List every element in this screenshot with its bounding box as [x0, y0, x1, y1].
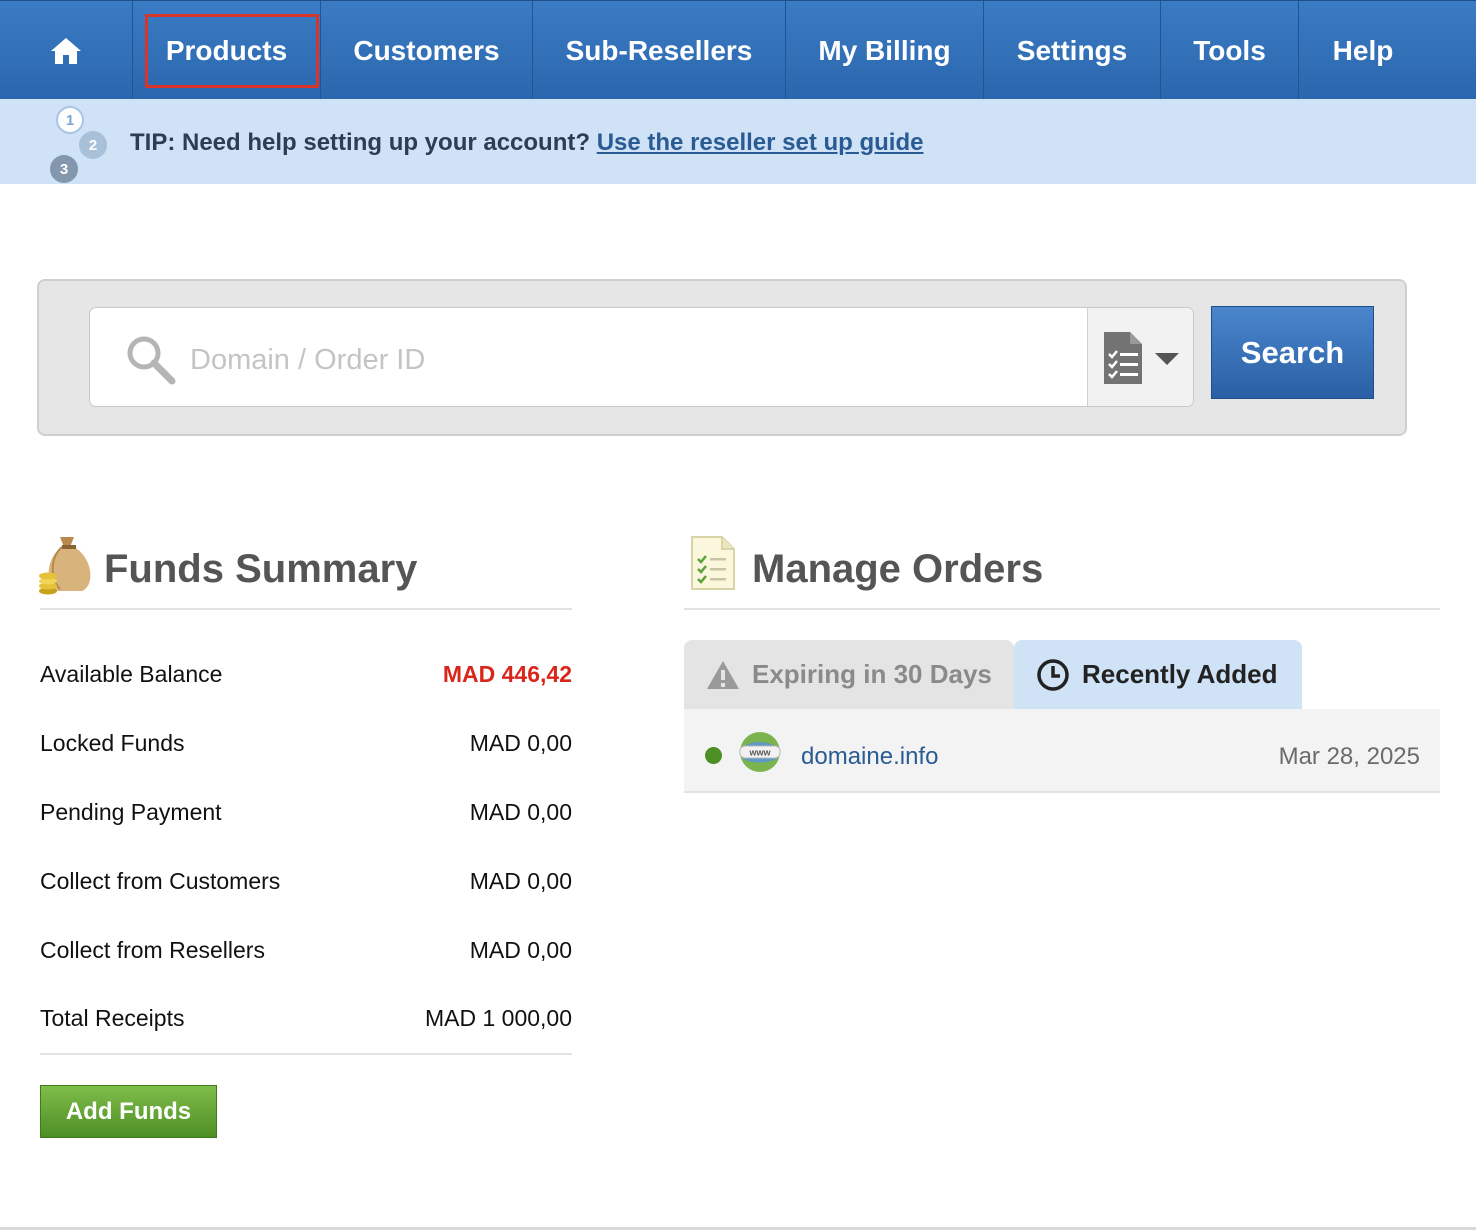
- fund-value: MAD 1 000,00: [424, 1004, 572, 1031]
- fund-row-pending-payment: Pending Payment MAD 0,00: [40, 792, 572, 832]
- add-funds-button[interactable]: Add Funds: [40, 1085, 217, 1138]
- fund-value: MAD 0,00: [469, 867, 572, 894]
- nav-my-billing[interactable]: My Billing: [786, 1, 984, 100]
- tip-text: TIP: Need help setting up your account? …: [130, 129, 923, 157]
- nav-my-billing-label: My Billing: [818, 34, 951, 66]
- tab-expiring-30-days[interactable]: Expiring in 30 Days: [684, 640, 1014, 709]
- tip-label: TIP: Need help setting up your account?: [130, 129, 591, 156]
- step-2-badge: 2: [79, 131, 107, 159]
- fund-label: Collect from Resellers: [40, 936, 265, 963]
- nav-help[interactable]: Help: [1299, 1, 1427, 100]
- setup-guide-link[interactable]: Use the reseller set up guide: [597, 129, 924, 156]
- nav-customers-label: Customers: [353, 34, 500, 66]
- search-input[interactable]: [190, 330, 1070, 390]
- fund-label: Collect from Customers: [40, 867, 281, 894]
- nav-products-label: Products: [165, 34, 288, 66]
- tab-label: Recently Added: [1082, 659, 1278, 689]
- fund-value: MAD 0,00: [469, 729, 572, 756]
- divider: [684, 608, 1440, 610]
- fund-row-collect-resellers: Collect from Resellers MAD 0,00: [40, 930, 572, 970]
- status-dot: [705, 747, 722, 764]
- tab-recently-added[interactable]: Recently Added: [1014, 640, 1302, 709]
- fund-row-collect-customers: Collect from Customers MAD 0,00: [40, 861, 572, 901]
- document-list-icon: [1104, 332, 1142, 384]
- home-icon: [51, 37, 81, 64]
- step-3-badge: 3: [50, 155, 78, 183]
- money-bag-icon: [39, 537, 91, 595]
- step-1-badge: 1: [56, 106, 84, 134]
- steps-icon: 1 2 3: [48, 104, 118, 184]
- www-globe-icon: www: [739, 732, 781, 772]
- fund-row-locked-funds: Locked Funds MAD 0,00: [40, 723, 572, 763]
- fund-row-available-balance: Available Balance MAD 446,42: [40, 654, 572, 694]
- svg-text:www: www: [748, 748, 771, 758]
- fund-label: Pending Payment: [40, 798, 222, 825]
- manage-orders-title: Manage Orders: [752, 547, 1044, 591]
- clock-icon: [1037, 658, 1069, 691]
- nav-customers[interactable]: Customers: [321, 1, 533, 100]
- nav-settings-label: Settings: [1016, 34, 1128, 66]
- fund-label: Locked Funds: [40, 729, 185, 756]
- fund-label: Total Receipts: [40, 1004, 185, 1031]
- fund-value: MAD 0,00: [469, 936, 572, 963]
- tab-label: Expiring in 30 Days: [752, 659, 992, 689]
- search-icon: [127, 336, 176, 385]
- nav-products[interactable]: Products: [133, 1, 321, 100]
- fund-value: MAD 446,42: [442, 660, 572, 687]
- warning-icon: [707, 660, 739, 689]
- funds-summary-title: Funds Summary: [104, 547, 418, 591]
- nav-help-label: Help: [1332, 34, 1394, 66]
- nav-tools[interactable]: Tools: [1161, 1, 1299, 100]
- order-domain-link[interactable]: domaine.info: [801, 743, 938, 771]
- checklist-document-icon: [691, 536, 735, 590]
- divider: [40, 1053, 572, 1055]
- order-date: Mar 28, 2025: [1278, 743, 1420, 770]
- top-navigation: Products Customers Sub-Resellers My Bill…: [0, 0, 1476, 100]
- nav-home[interactable]: [0, 1, 133, 100]
- nav-tools-label: Tools: [1193, 34, 1266, 66]
- search-button[interactable]: Search: [1211, 306, 1374, 399]
- fund-value: MAD 0,00: [469, 798, 572, 825]
- search-type-dropdown[interactable]: [1087, 308, 1193, 406]
- fund-row-total-receipts: Total Receipts MAD 1 000,00: [40, 998, 572, 1038]
- nav-sub-resellers[interactable]: Sub-Resellers: [533, 1, 786, 100]
- divider: [40, 608, 572, 610]
- chevron-down-icon: [1155, 353, 1179, 365]
- nav-sub-resellers-label: Sub-Resellers: [565, 34, 753, 66]
- fund-label: Available Balance: [40, 660, 223, 687]
- nav-settings[interactable]: Settings: [984, 1, 1161, 100]
